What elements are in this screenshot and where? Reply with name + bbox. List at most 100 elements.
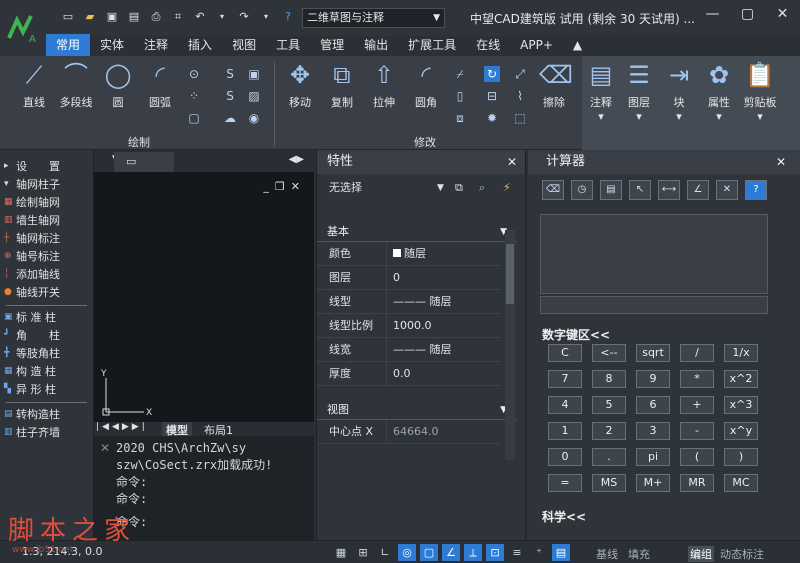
section-basic[interactable]: 基本 ▼ (317, 222, 517, 242)
circle-button[interactable]: ◯ 圆 (102, 60, 134, 110)
pickadd-icon[interactable]: ⚡ (503, 174, 511, 202)
key[interactable]: ) (724, 448, 758, 466)
stretch-button[interactable]: ⇧ 拉伸 (366, 60, 402, 110)
join-icon[interactable]: ⬚ (512, 110, 528, 126)
left-item-axis-column[interactable]: ▾ 轴网柱子 (0, 176, 93, 194)
help-icon[interactable]: ? (280, 9, 296, 25)
ellipse-icon[interactable]: ⊙ (186, 66, 202, 82)
arc-button[interactable]: ◜ 圆弧 (142, 60, 178, 110)
angle-icon[interactable]: ∠ (687, 180, 709, 200)
key[interactable]: - (680, 422, 714, 440)
key[interactable]: = (548, 474, 582, 492)
quick-select-icon[interactable]: ⌕ (479, 174, 485, 202)
mirror-icon[interactable]: ▯ (452, 88, 468, 104)
properties-scrollbar[interactable] (505, 230, 515, 460)
prop-row[interactable]: 颜色 随层 (317, 242, 501, 266)
annotation-button[interactable]: ▤ 注释 ▾ (584, 60, 618, 123)
copy-button[interactable]: ⧉ 复制 (324, 60, 360, 110)
move-button[interactable]: ✥ 移动 (282, 60, 318, 110)
key[interactable]: 7 (548, 370, 582, 388)
tab-insert[interactable]: 插入 (178, 34, 222, 56)
osnap-icon[interactable]: ▢ (420, 544, 438, 561)
tab-tools[interactable]: 工具 (266, 34, 310, 56)
intersect-icon[interactable]: ✕ (716, 180, 738, 200)
tab-solid[interactable]: 实体 (90, 34, 134, 56)
tab-view[interactable]: 视图 (222, 34, 266, 56)
dynamic-input-icon[interactable]: ⊡ (486, 544, 504, 561)
layout-nav-icon[interactable]: |◀◀▶▶| (96, 422, 148, 432)
key[interactable]: * (680, 370, 714, 388)
restore-icon[interactable]: ❐ (275, 180, 291, 193)
select-objects-icon[interactable]: ⧉ (455, 174, 463, 202)
left-item-equal-corner[interactable]: ╋ 等肢角柱 (0, 345, 93, 363)
close-icon[interactable]: ✕ (776, 150, 786, 174)
key[interactable]: . (592, 448, 626, 466)
break-icon[interactable]: ⌇ (512, 88, 528, 104)
boundary-icon[interactable]: ▣ (246, 66, 262, 82)
status-group[interactable]: 编组 (688, 546, 714, 562)
tab-manage[interactable]: 管理 (310, 34, 354, 56)
key[interactable]: + (680, 396, 714, 414)
tab-annotate[interactable]: 注释 (134, 34, 178, 56)
prop-row[interactable]: 线型比例 1000.0 (317, 314, 501, 338)
close-button[interactable]: ✕ (765, 6, 800, 22)
key[interactable]: 6 (636, 396, 670, 414)
points-icon[interactable]: ⁘ (186, 88, 202, 104)
key[interactable]: 2 (592, 422, 626, 440)
left-item-add-axis[interactable]: ╎ 添加轴线 (0, 266, 93, 284)
maximize-button[interactable]: ▢ (730, 6, 765, 22)
get-coords-icon[interactable]: ▤ (600, 180, 622, 200)
key[interactable]: 4 (548, 396, 582, 414)
key[interactable]: 3 (636, 422, 670, 440)
key[interactable]: sqrt (636, 344, 670, 362)
key[interactable]: 8 (592, 370, 626, 388)
open-folder-icon[interactable]: ▰ (82, 9, 98, 25)
snap-icon[interactable]: ⊞ (354, 544, 372, 561)
minimize-button[interactable]: — (695, 6, 730, 22)
block-button[interactable]: ⇥ 块 ▾ (662, 60, 696, 123)
key[interactable]: 1/x (724, 344, 758, 362)
status-baseline[interactable]: 基线 (596, 546, 618, 562)
donut-icon[interactable]: ◉ (246, 110, 262, 126)
calculator-input[interactable] (540, 296, 768, 314)
new-file-icon[interactable]: ▭ (60, 9, 76, 25)
offset-icon[interactable]: ⊟ (484, 88, 500, 104)
key[interactable]: <-- (592, 344, 626, 362)
clear-icon[interactable]: ⌫ (542, 180, 564, 200)
trim-icon[interactable]: ⌿ (452, 66, 468, 82)
left-item-corner-column[interactable]: ┛ 角 柱 (0, 327, 93, 345)
history-icon[interactable]: ◷ (571, 180, 593, 200)
rectangle-icon[interactable]: ▢ (186, 110, 202, 126)
layer-button[interactable]: ☰ 图层 ▾ (622, 60, 656, 123)
key[interactable]: x^2 (724, 370, 758, 388)
tab-extensions[interactable]: 扩展工具 (398, 34, 466, 56)
document-tab[interactable]: ▭ (114, 152, 174, 172)
line-button[interactable]: ⟋ 直线 (16, 60, 52, 110)
selection-cycle-icon[interactable]: ⁺ (530, 544, 548, 561)
ortho-icon[interactable]: ∟ (376, 544, 394, 561)
prop-row[interactable]: 线宽 ——— 随层 (317, 338, 501, 362)
section-view[interactable]: 视图 ▼ (317, 400, 517, 420)
key[interactable]: MS (592, 474, 626, 492)
left-item-align-column[interactable]: ▥ 柱子齐墙 (0, 424, 93, 442)
left-item-convert-column[interactable]: ▤ 转构造柱 (0, 406, 93, 424)
left-item-std-column[interactable]: ▣ 标 准 柱 (0, 309, 93, 327)
scale-icon[interactable]: ⤢ (512, 66, 528, 82)
quick-props-icon[interactable]: ▤ (552, 544, 570, 561)
prop-row[interactable]: 厚度 0.0 (317, 362, 501, 386)
selection-select[interactable]: 无选择 ▼ ⧉ ⌕ ⚡ (317, 174, 525, 202)
minimize-icon[interactable]: _ (263, 180, 275, 193)
cloud-icon[interactable]: ☁ (222, 110, 238, 126)
close-icon[interactable]: ✕ (291, 180, 306, 193)
undo-icon[interactable]: ↶ (192, 9, 208, 25)
prop-row[interactable]: 图层 0 (317, 266, 501, 290)
close-icon[interactable]: ✕ (507, 150, 517, 174)
left-item-settings[interactable]: ▸ 设 置 (0, 158, 93, 176)
key[interactable]: / (680, 344, 714, 362)
prop-row[interactable]: 线型 ——— 随层 (317, 290, 501, 314)
pick-point-icon[interactable]: ↖ (629, 180, 651, 200)
key[interactable]: x^3 (724, 396, 758, 414)
polyline-button[interactable]: ⌒ 多段线 (56, 60, 96, 110)
numpad-header[interactable]: 数字键区<< (542, 326, 610, 343)
spline-icon[interactable]: S (222, 66, 238, 82)
